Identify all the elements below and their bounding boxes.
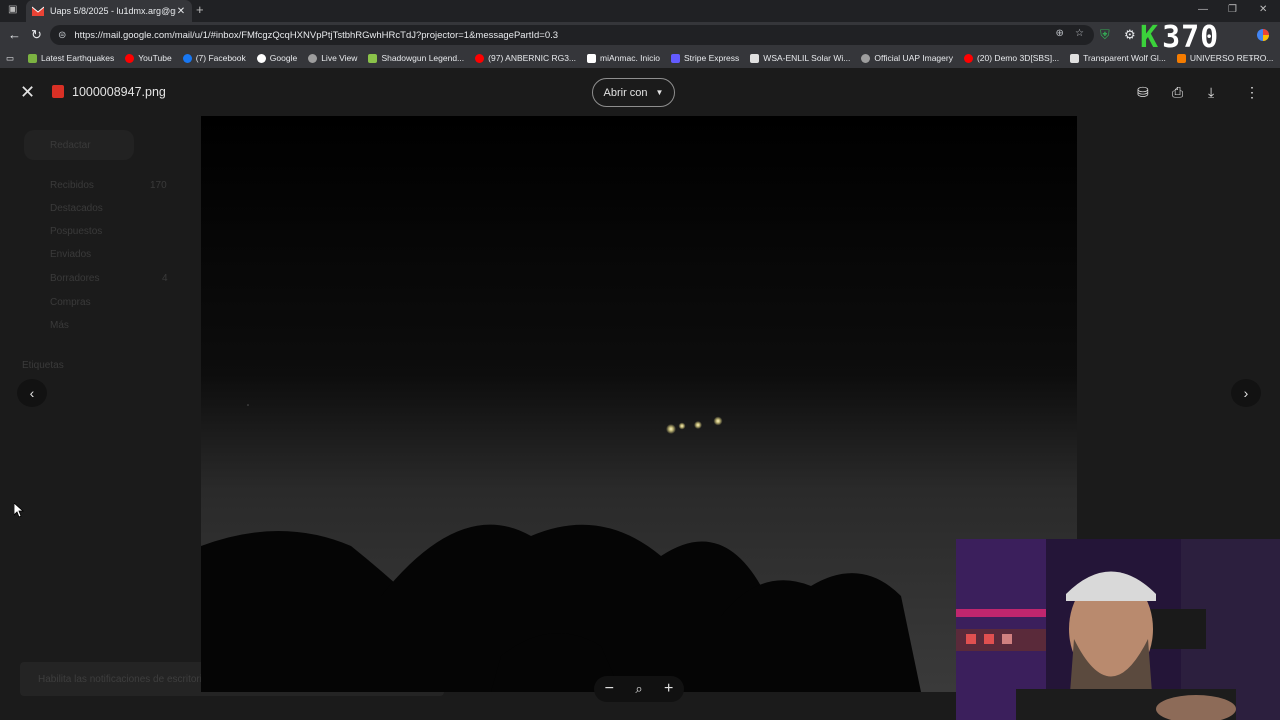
bookmark-item[interactable]: (97) ANBERNIC RG3... (475, 53, 576, 63)
bookmark-item[interactable]: (20) Demo 3D[SBS]... (963, 53, 1059, 63)
omnibox-actions: ⊕ ☆ (1056, 28, 1084, 39)
image-preview (201, 116, 1077, 692)
light-point (694, 421, 702, 429)
navigation-bar: ← ↻ ⊜ https://mail.google.com/mail/u/1/#… (0, 22, 1280, 48)
bookmarks-bar: ▭ Latest Earthquakes YouTube (7) Faceboo… (0, 48, 1280, 68)
reload-icon[interactable]: ↻ (31, 27, 42, 43)
profile-avatar-icon[interactable] (1256, 28, 1270, 42)
nav-item-snoozed: Pospuestos (50, 226, 103, 237)
tab-search-icon[interactable]: ▣ (8, 4, 17, 15)
nav-item-more: Más (50, 320, 69, 331)
inbox-count: 170 (150, 180, 167, 191)
webcam-overlay (956, 539, 1280, 720)
bookmark-item[interactable]: Shadowgun Legend... (368, 53, 464, 63)
add-to-drive-icon[interactable]: ⛁ (1137, 84, 1149, 101)
open-with-button[interactable]: Abrir con ▼ (592, 78, 675, 107)
bookmark-star-icon[interactable]: ☆ (1075, 28, 1084, 39)
bookmark-item[interactable]: Google (256, 53, 297, 63)
extension-shield-icon[interactable]: ⛨ (1100, 27, 1110, 43)
site-info-icon[interactable]: ⊜ (58, 30, 66, 41)
drafts-count: 4 (162, 273, 168, 284)
bookmark-item[interactable]: UNIVERSO RETRO... (1176, 53, 1273, 63)
bookmark-item[interactable]: WSA-ENLIL Solar Wi... (750, 53, 850, 63)
light-point (678, 422, 686, 430)
nav-item-inbox: Recibidos (50, 180, 94, 191)
bookmark-item[interactable]: Transparent Wolf Gl... (1070, 53, 1166, 63)
restore-icon[interactable]: ❐ (1228, 4, 1237, 15)
bookmark-item[interactable]: Official UAP Imagery (861, 53, 953, 63)
mouse-cursor-icon (14, 503, 24, 518)
zoom-icon[interactable]: ⊕ (1056, 28, 1064, 39)
compose-button: Redactar (24, 130, 134, 160)
address-bar[interactable]: ⊜ https://mail.google.com/mail/u/1/#inbo… (50, 25, 1094, 45)
labels-heading: Etiquetas (22, 360, 64, 371)
light-point (666, 424, 676, 434)
previous-image-button[interactable]: ‹ (17, 379, 47, 407)
gmail-icon (32, 6, 44, 16)
zoom-controls: − ⌕ + (594, 676, 684, 702)
apps-icon[interactable]: ▭ (6, 53, 14, 64)
zoom-out-icon[interactable]: − (605, 680, 614, 698)
zoom-reset-icon[interactable]: ⌕ (635, 681, 642, 697)
night-sky-photo (201, 116, 1077, 692)
caret-down-icon: ▼ (655, 88, 664, 97)
bookmark-item[interactable]: YouTube (125, 53, 172, 63)
extension-icon[interactable]: ⚙ (1124, 27, 1136, 43)
window-close-icon[interactable]: ✕ (1259, 4, 1267, 15)
next-image-button[interactable]: › (1231, 379, 1261, 407)
bookmark-item[interactable]: Latest Earthquakes (28, 53, 114, 63)
tab-close-icon[interactable]: ✕ (176, 6, 186, 17)
bookmark-item[interactable]: Stripe Express (671, 53, 739, 63)
image-file-icon (52, 85, 64, 98)
close-icon[interactable]: ✕ (20, 82, 35, 103)
zoom-in-icon[interactable]: + (664, 680, 673, 698)
url-text: https://mail.google.com/mail/u/1/#inbox/… (74, 29, 559, 41)
chevron-left-icon: ‹ (29, 385, 35, 401)
bookmark-item[interactable]: miAnmac. Inicio (587, 53, 660, 63)
back-icon[interactable]: ← (8, 27, 21, 42)
nav-item-drafts: Borradores (50, 273, 100, 284)
new-tab-icon[interactable]: + (196, 2, 204, 17)
nav-item-purchases: Compras (50, 297, 91, 308)
file-name: 1000008947.png (72, 85, 166, 99)
open-with-label: Abrir con (603, 86, 648, 99)
minimize-icon[interactable]: — (1198, 4, 1208, 15)
streamer-webcam-feed (956, 539, 1280, 720)
print-icon[interactable]: ⎙ (1172, 84, 1183, 101)
more-vert-icon[interactable]: ⋮ (1245, 84, 1259, 101)
nav-item-starred: Destacados (50, 203, 103, 214)
nav-item-sent: Enviados (50, 249, 92, 260)
bookmarks-overflow-icon[interactable]: › (1250, 53, 1253, 63)
bookmark-item[interactable]: (7) Facebook (182, 53, 246, 63)
tab-title: Uaps 5/8/2025 - lu1dmx.arg@gm (50, 6, 176, 16)
download-icon[interactable]: ⤓ (1208, 84, 1214, 101)
light-point (713, 416, 723, 426)
bookmark-item[interactable]: Live View (308, 53, 357, 63)
browser-tab[interactable]: Uaps 5/8/2025 - lu1dmx.arg@gm ✕ (26, 0, 192, 22)
tab-strip: ▣ Uaps 5/8/2025 - lu1dmx.arg@gm ✕ + — ❐ … (0, 0, 1280, 22)
chevron-right-icon: › (1243, 385, 1249, 401)
